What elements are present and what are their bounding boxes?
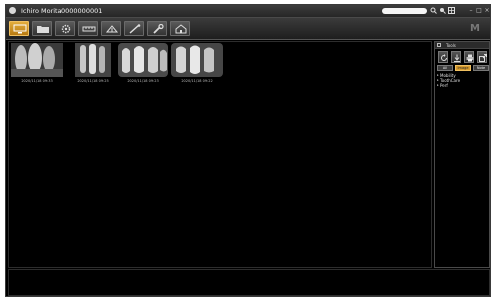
maximize-icon[interactable]: □: [476, 7, 482, 14]
main-toolbar: M: [6, 18, 490, 40]
monitor-icon: [13, 24, 27, 34]
measure-icon: [129, 24, 141, 34]
brand-logo: M: [470, 23, 480, 34]
xray-image: [118, 43, 168, 77]
home-button[interactable]: [170, 21, 190, 36]
thumbnail-date: 2020/11/18 09:25: [77, 79, 109, 83]
xray-image: [171, 43, 223, 77]
panel-header: Tools: [435, 42, 489, 49]
expand-icon[interactable]: ▸: [437, 83, 439, 88]
search-input[interactable]: [382, 8, 427, 14]
panel-title: Tools: [446, 43, 456, 48]
print-icon: [466, 54, 474, 62]
wrench-button[interactable]: [147, 21, 167, 36]
image-gallery: 2020/11/18 09:33 2020/11/18 09:25 2020/1…: [8, 41, 432, 268]
thumbnail-date: 2020/11/18 09:23: [127, 79, 159, 83]
grid-icon[interactable]: [448, 7, 455, 14]
xray-thumbnail[interactable]: 2020/11/18 09:33: [11, 43, 63, 83]
xray-thumbnail[interactable]: 2020/11/18 09:23: [118, 43, 168, 83]
tools-panel: Tools All Image Note ▸ Mobility ▸ ToothC…: [434, 41, 490, 268]
export-button[interactable]: [477, 51, 487, 63]
bottom-panel: [8, 269, 490, 296]
ruler-button[interactable]: [78, 21, 98, 36]
xray-thumbnail[interactable]: 2020/11/18 09:22: [171, 43, 223, 83]
filter-tab-all[interactable]: All: [437, 65, 453, 71]
tree-item-label: Perf: [440, 83, 448, 88]
wrench-icon: [153, 24, 164, 34]
monitor-button[interactable]: [9, 21, 29, 36]
xray-thumbnail[interactable]: 2020/11/18 09:25: [75, 43, 111, 83]
folder-button[interactable]: [32, 21, 52, 36]
xray-image: [11, 43, 63, 77]
download-button[interactable]: [451, 51, 461, 63]
home-icon: [175, 24, 187, 34]
ruler-icon: [82, 26, 96, 32]
minimize-icon[interactable]: –: [468, 7, 474, 14]
panel-toggle-icon[interactable]: [437, 43, 441, 47]
filter-tab-image[interactable]: Image: [455, 65, 471, 71]
category-tree: ▸ Mobility ▸ ToothCare ▸ Perf: [437, 73, 489, 88]
download-icon: [454, 54, 460, 62]
patient-name: Ichiro Morita: [21, 7, 62, 15]
settings-button[interactable]: [55, 21, 75, 36]
xray-image: [75, 43, 111, 77]
thumbnail-date: 2020/11/18 09:22: [181, 79, 213, 83]
tree-item[interactable]: ▸ Perf: [437, 83, 489, 88]
app-logo-icon: [9, 7, 16, 14]
thumbnail-date: 2020/11/18 09:33: [21, 79, 53, 83]
close-icon[interactable]: ×: [484, 7, 490, 14]
print-button[interactable]: [464, 51, 474, 63]
title-bar: Ichiro Morita 0000000001 – □ ×: [6, 5, 490, 18]
patient-id: 0000000001: [61, 7, 103, 15]
application-window: Ichiro Morita 0000000001 – □ × M 2020/11…: [5, 4, 491, 297]
share-icon: [105, 25, 119, 33]
share-button[interactable]: [101, 21, 121, 36]
rotate-button[interactable]: [438, 51, 448, 63]
export-icon: [479, 54, 487, 62]
zoom-in-icon[interactable]: [430, 7, 437, 14]
gear-icon: [61, 24, 71, 34]
filter-tab-note[interactable]: Note: [473, 65, 489, 71]
zoom-out-icon[interactable]: [439, 7, 446, 14]
measure-button[interactable]: [124, 21, 144, 36]
rotate-icon: [441, 54, 447, 61]
folder-icon: [37, 26, 49, 33]
